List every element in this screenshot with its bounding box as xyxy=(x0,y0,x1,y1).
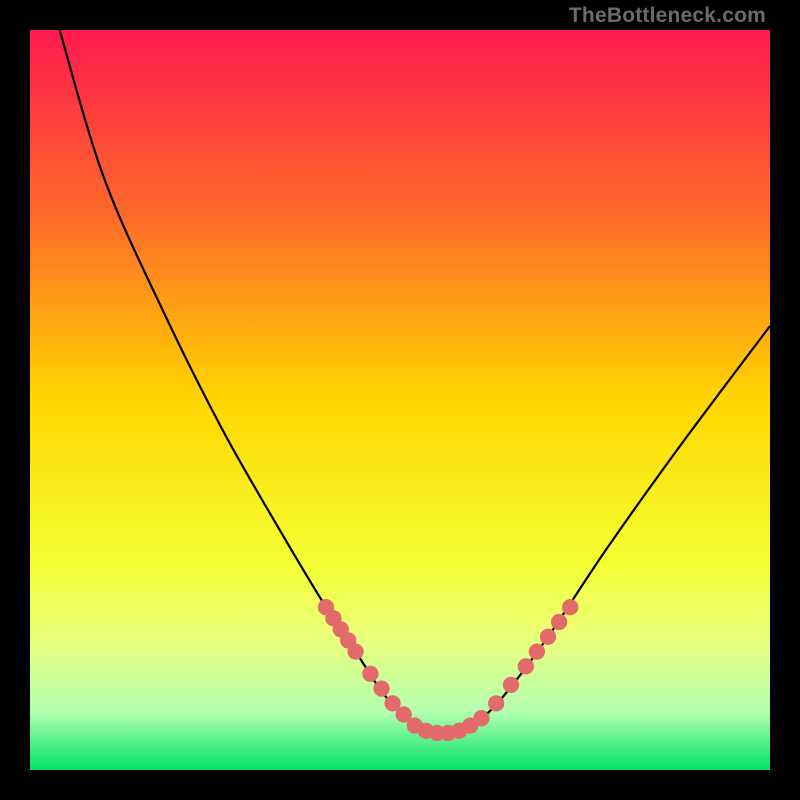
bead xyxy=(540,629,556,645)
bead xyxy=(347,643,363,659)
highlight-beads xyxy=(318,599,578,741)
bead xyxy=(518,658,534,674)
curve-layer xyxy=(30,30,770,770)
bead xyxy=(488,695,504,711)
bottleneck-curve xyxy=(60,30,770,734)
bead xyxy=(373,680,389,696)
bead xyxy=(529,643,545,659)
bead xyxy=(562,599,578,615)
bead xyxy=(473,710,489,726)
bead xyxy=(503,677,519,693)
plot-frame xyxy=(30,30,770,770)
bead xyxy=(551,614,567,630)
watermark-text: TheBottleneck.com xyxy=(569,4,766,28)
bead xyxy=(362,666,378,682)
